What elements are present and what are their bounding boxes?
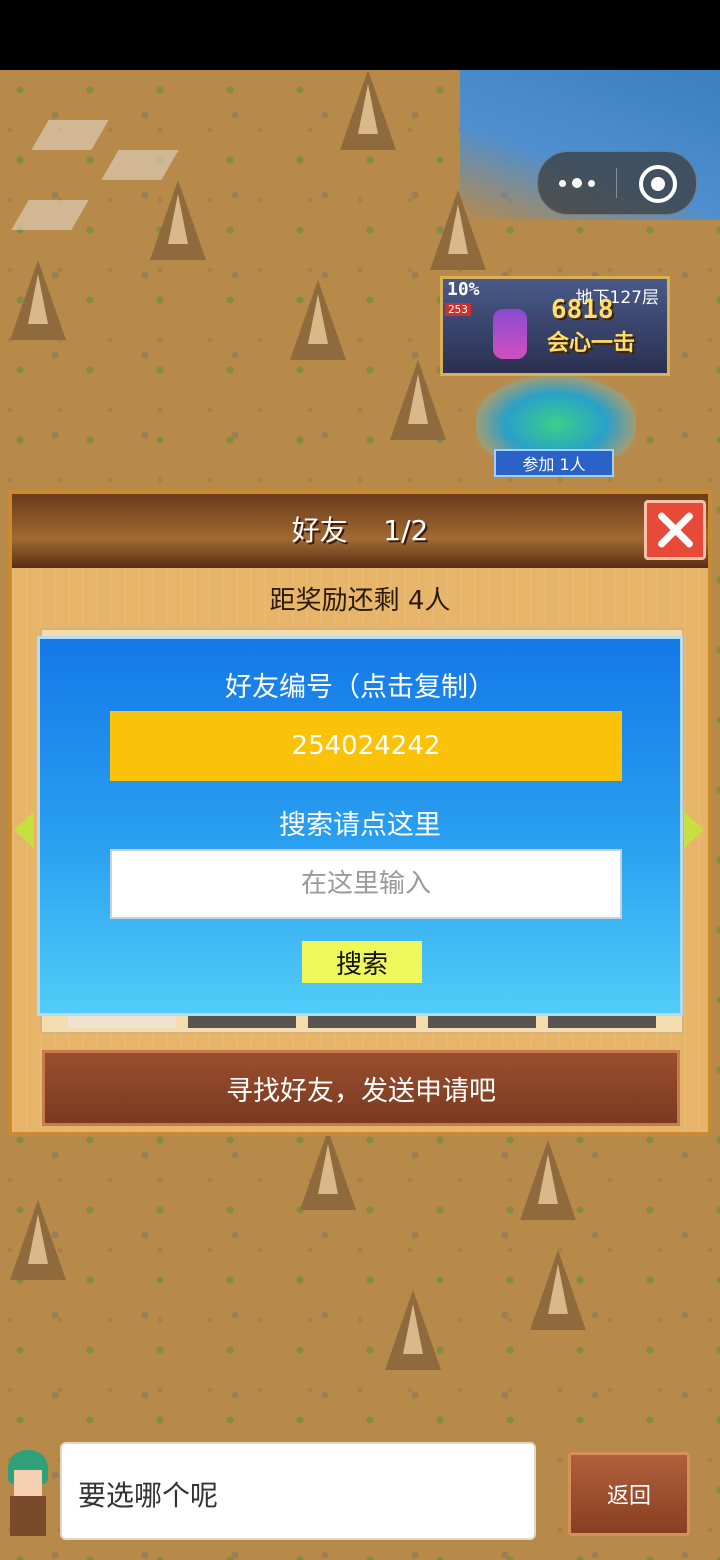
search-input[interactable] (110, 849, 622, 919)
arrow-left-icon[interactable] (14, 812, 34, 848)
avatar-face (14, 1470, 42, 1496)
message-bubble: 要选哪个呢 (60, 1442, 536, 1540)
friend-id-copy-field[interactable]: 254024242 (110, 711, 622, 781)
hero-sprite (493, 309, 527, 359)
search-button[interactable]: 搜索 (302, 941, 422, 983)
message-text: 要选哪个呢 (78, 1479, 219, 1512)
event-crit-text: 会心一击 (547, 331, 636, 356)
event-level: 253 (445, 303, 471, 316)
mountain (390, 360, 446, 440)
close-icon[interactable] (644, 500, 706, 560)
status-bar (0, 0, 720, 70)
dungeon-event-banner[interactable]: 10% 253 地下127层 6818 会心一击 (440, 276, 670, 376)
mountain (340, 70, 396, 150)
mountain (520, 1140, 576, 1220)
mountain (10, 1200, 66, 1280)
join-count-badge[interactable]: 参加 1人 (494, 449, 614, 477)
arrow-right-icon[interactable] (684, 812, 704, 848)
more-icon[interactable] (538, 152, 616, 214)
capsule-divider (616, 168, 617, 198)
friend-search-panel: 好友编号（点击复制） 254024242 搜索请点这里 搜索 (37, 636, 683, 1016)
search-label: 搜索请点这里 (279, 810, 441, 841)
back-button[interactable]: 返回 (568, 1452, 690, 1536)
mountain (430, 190, 486, 270)
friend-slot[interactable] (308, 1014, 416, 1028)
mountain (300, 1130, 356, 1210)
mountain (385, 1290, 441, 1370)
dialog-page: 1/2 (383, 514, 429, 547)
mountain (150, 180, 206, 260)
event-damage: 6818 (551, 295, 614, 325)
mountain (290, 280, 346, 360)
mountain (530, 1250, 586, 1330)
crystal-cave[interactable] (476, 376, 636, 456)
reward-remaining-text: 距奖励还剩 4人 (269, 586, 451, 616)
avatar-body (10, 1496, 46, 1536)
avatar (0, 1440, 60, 1550)
friend-id-label: 好友编号（点击复制） (225, 672, 495, 703)
mountain (10, 260, 66, 340)
dialog-title: 好友 1/2 (12, 494, 708, 568)
friend-slot[interactable] (548, 1014, 656, 1028)
event-progress: 10% (447, 279, 480, 300)
friend-slot[interactable] (68, 1014, 176, 1028)
friend-slot[interactable] (428, 1014, 536, 1028)
friend-slot[interactable] (188, 1014, 296, 1028)
target-icon[interactable] (639, 165, 677, 203)
mini-program-capsule (537, 151, 697, 215)
dialog-title-text: 好友 (291, 514, 348, 547)
find-friends-button[interactable]: 寻找好友，发送申请吧 (42, 1050, 680, 1126)
